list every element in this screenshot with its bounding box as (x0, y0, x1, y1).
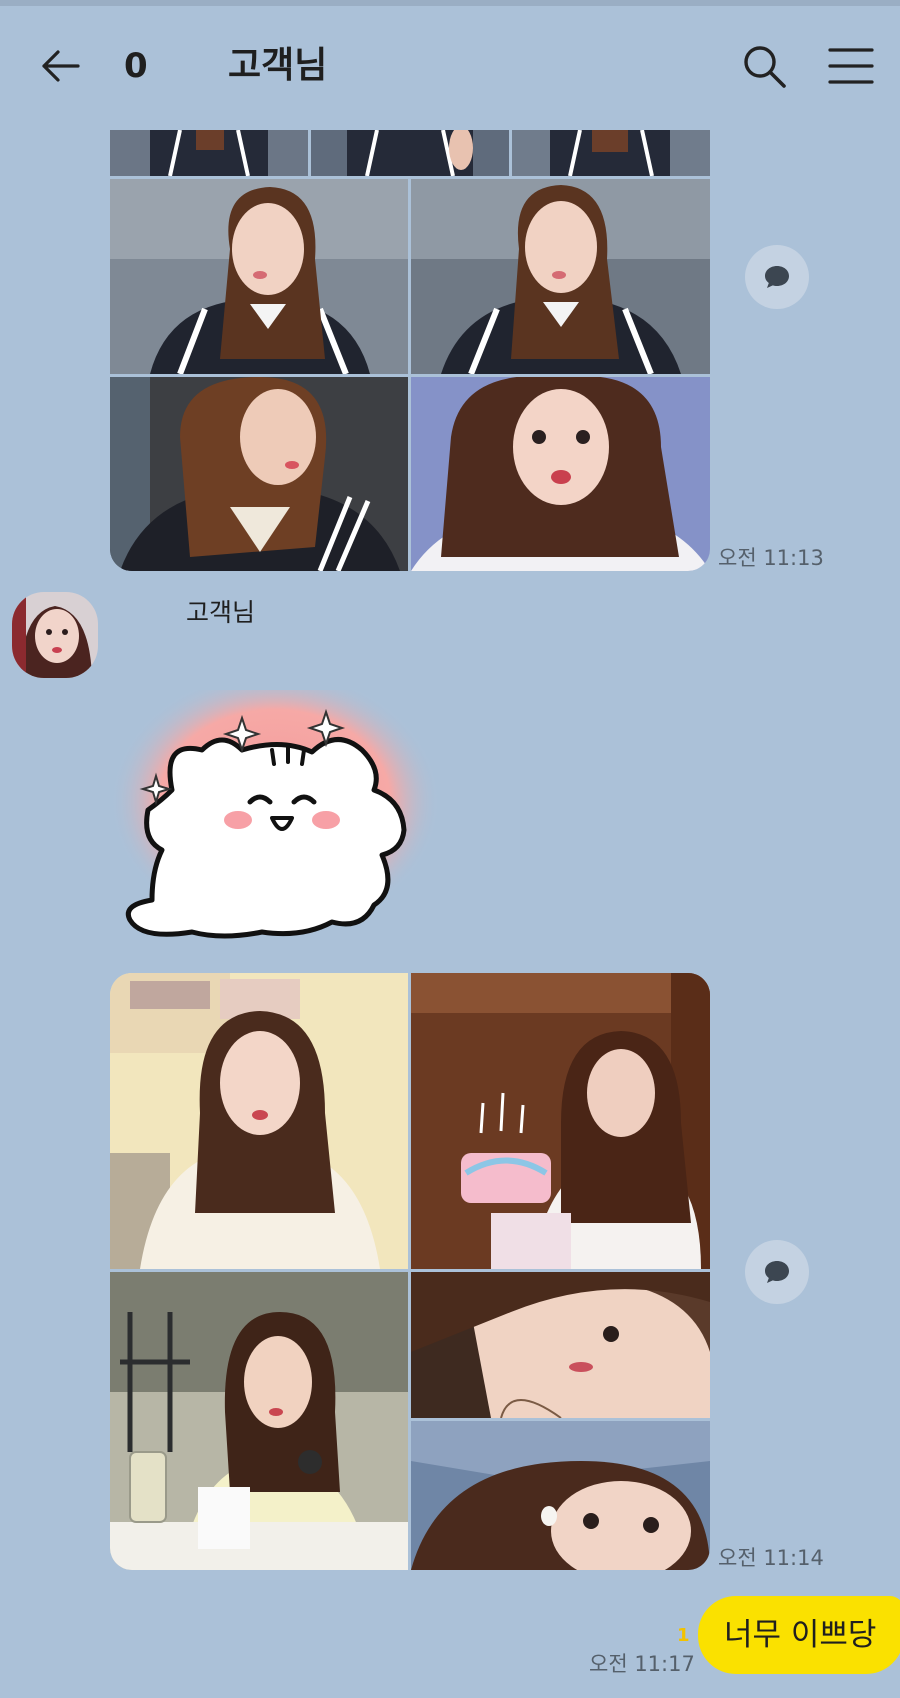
photo-thumbnail[interactable] (411, 1272, 710, 1418)
photo-thumbnail[interactable] (411, 179, 710, 374)
message-time: 오전 11:14 (718, 1546, 824, 1570)
my-message-bubble[interactable]: 너무 이쁘당 (698, 1596, 900, 1674)
sticker-bear-icon[interactable] (110, 670, 440, 950)
chat-header: 0 고객님 (0, 22, 900, 110)
comment-bubble-icon[interactable] (745, 1240, 809, 1304)
photo-thumbnail[interactable] (110, 1272, 408, 1570)
sender-name: 고객님 (186, 598, 256, 627)
photo-thumbnail[interactable] (110, 130, 308, 176)
photo-thumbnail[interactable] (411, 377, 710, 571)
status-bar-line (0, 0, 900, 6)
search-icon[interactable] (740, 42, 788, 90)
photo-thumbnail[interactable] (512, 130, 710, 176)
unread-count: 1 (677, 1625, 690, 1646)
photo-thumbnail[interactable] (311, 130, 509, 176)
unread-chat-count: 0 (124, 46, 148, 86)
comment-bubble-icon[interactable] (745, 245, 809, 309)
photo-thumbnail[interactable] (411, 1421, 710, 1570)
avatar[interactable] (12, 592, 98, 678)
back-arrow-icon[interactable] (38, 44, 82, 88)
photo-thumbnail[interactable] (411, 973, 710, 1269)
photo-thumbnail[interactable] (110, 973, 408, 1269)
message-time: 오전 11:13 (718, 546, 824, 570)
menu-icon[interactable] (826, 44, 876, 88)
photo-thumbnail[interactable] (110, 377, 408, 571)
photo-thumbnail[interactable] (110, 179, 408, 374)
message-time: 오전 11:17 (589, 1652, 695, 1676)
chat-title: 고객님 (228, 45, 328, 86)
